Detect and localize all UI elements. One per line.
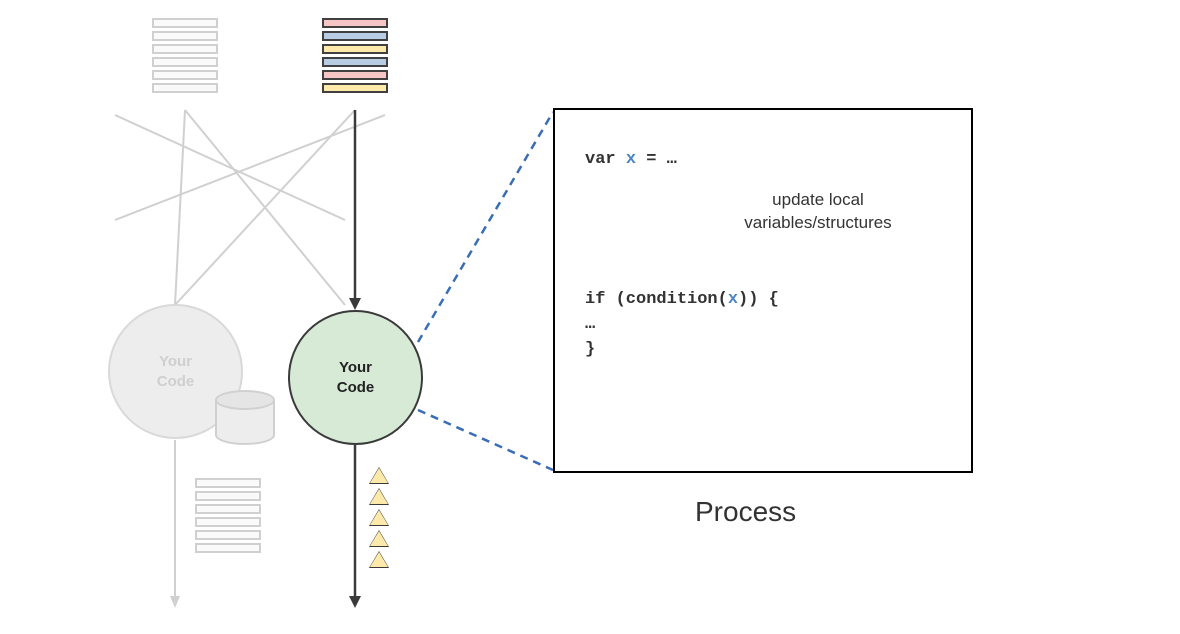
triangle-icon <box>370 489 388 504</box>
triangle-icon <box>370 468 388 483</box>
cylinder-icon <box>215 390 275 445</box>
circle-faded-label: Your Code <box>157 352 195 391</box>
stack-faded-topleft <box>152 18 218 93</box>
stack-faded-bottomleft <box>195 478 261 553</box>
triangle-stack <box>370 468 388 567</box>
stack-colored-top <box>322 18 388 93</box>
triangle-icon <box>370 552 388 567</box>
process-label: Process <box>695 496 796 528</box>
code-line-4: } <box>585 340 941 359</box>
code-annotation: update local variables/structures <box>695 189 941 235</box>
code-line-1: var x = … <box>585 150 941 169</box>
triangle-icon <box>370 531 388 546</box>
triangle-icon <box>370 510 388 525</box>
circle-active: Your Code <box>288 310 423 445</box>
code-line-2: if (condition(x)) { <box>585 290 941 309</box>
code-box: var x = … update local variables/structu… <box>553 108 973 473</box>
circle-active-label: Your Code <box>337 358 375 397</box>
code-line-3: … <box>585 315 941 334</box>
var-x: x <box>728 290 738 309</box>
var-x: x <box>626 150 636 169</box>
